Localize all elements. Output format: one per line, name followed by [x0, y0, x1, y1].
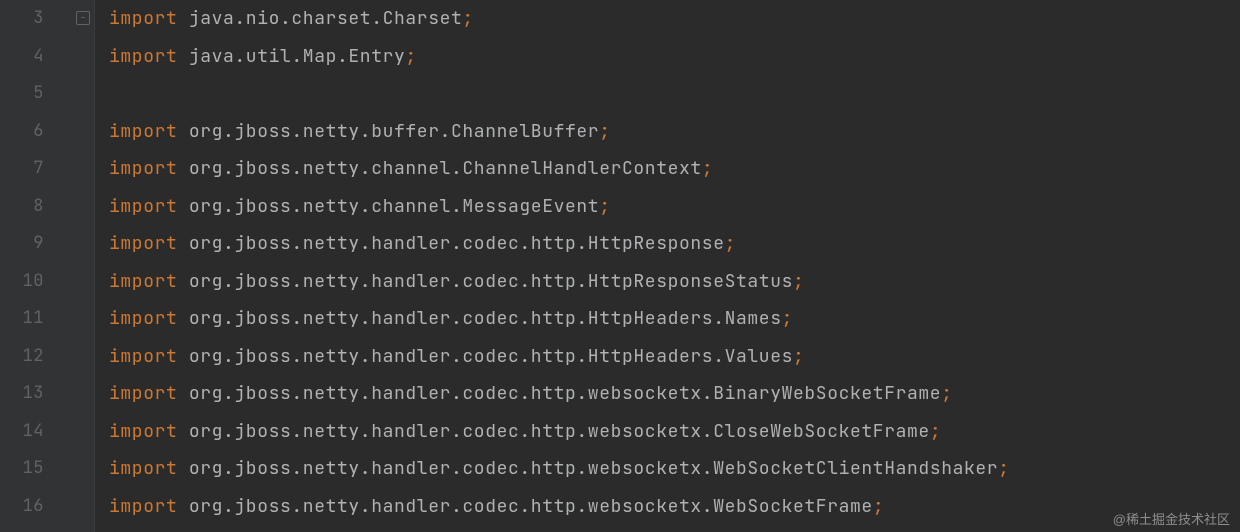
keyword-import: import	[109, 7, 177, 30]
code-line[interactable]: import org.jboss.netty.handler.codec.htt…	[109, 488, 1240, 526]
keyword-import: import	[109, 195, 177, 218]
import-path: org.jboss.netty.handler.codec.http.HttpH…	[189, 345, 793, 368]
semicolon: ;	[793, 270, 804, 293]
code-area[interactable]: import java.nio.charset.Charset;import j…	[94, 0, 1240, 532]
keyword-import: import	[109, 382, 177, 405]
line-number: 16	[0, 488, 72, 526]
line-number: 13	[0, 375, 72, 413]
import-path: org.jboss.netty.buffer.ChannelBuffer	[189, 120, 599, 143]
import-path: java.nio.charset.Charset	[189, 7, 463, 30]
line-number: 15	[0, 450, 72, 488]
code-editor[interactable]: 345678910111213141516 − import java.nio.…	[0, 0, 1240, 532]
semicolon: ;	[930, 420, 941, 443]
watermark-text: @稀土掘金技术社区	[1113, 513, 1230, 526]
line-number: 12	[0, 338, 72, 376]
code-line[interactable]: import org.jboss.netty.buffer.ChannelBuf…	[109, 113, 1240, 151]
line-number: 14	[0, 413, 72, 451]
semicolon: ;	[998, 457, 1009, 480]
semicolon: ;	[405, 45, 416, 68]
semicolon: ;	[873, 495, 884, 518]
semicolon: ;	[782, 307, 793, 330]
import-path: org.jboss.netty.handler.codec.http.HttpH…	[189, 307, 782, 330]
line-number-gutter: 345678910111213141516	[0, 0, 72, 532]
keyword-import: import	[109, 495, 177, 518]
code-line[interactable]: import java.util.Map.Entry;	[109, 38, 1240, 76]
keyword-import: import	[109, 270, 177, 293]
fold-column: −	[72, 0, 94, 532]
import-path: org.jboss.netty.handler.codec.http.webso…	[189, 495, 873, 518]
import-path: org.jboss.netty.handler.codec.http.webso…	[189, 420, 930, 443]
line-number: 3	[0, 0, 72, 38]
line-number: 4	[0, 38, 72, 76]
import-path: org.jboss.netty.handler.codec.http.HttpR…	[189, 232, 725, 255]
code-line[interactable]: import org.jboss.netty.handler.codec.htt…	[109, 300, 1240, 338]
semicolon: ;	[599, 195, 610, 218]
semicolon: ;	[599, 120, 610, 143]
semicolon: ;	[725, 232, 736, 255]
import-path: org.jboss.netty.channel.ChannelHandlerCo…	[189, 157, 702, 180]
import-path: org.jboss.netty.handler.codec.http.HttpR…	[189, 270, 793, 293]
code-line[interactable]: import org.jboss.netty.channel.MessageEv…	[109, 188, 1240, 226]
semicolon: ;	[941, 382, 952, 405]
line-number: 10	[0, 263, 72, 301]
code-line[interactable]: import org.jboss.netty.handler.codec.htt…	[109, 450, 1240, 488]
keyword-import: import	[109, 120, 177, 143]
code-line[interactable]: import org.jboss.netty.handler.codec.htt…	[109, 375, 1240, 413]
line-number: 9	[0, 225, 72, 263]
import-path: java.util.Map.Entry	[189, 45, 406, 68]
keyword-import: import	[109, 307, 177, 330]
keyword-import: import	[109, 45, 177, 68]
keyword-import: import	[109, 420, 177, 443]
code-line[interactable]: import org.jboss.netty.handler.codec.htt…	[109, 225, 1240, 263]
line-number: 6	[0, 113, 72, 151]
import-path: org.jboss.netty.handler.codec.http.webso…	[189, 382, 941, 405]
line-number: 7	[0, 150, 72, 188]
keyword-import: import	[109, 232, 177, 255]
keyword-import: import	[109, 457, 177, 480]
line-number: 5	[0, 75, 72, 113]
code-line[interactable]: import org.jboss.netty.handler.codec.htt…	[109, 413, 1240, 451]
line-number: 8	[0, 188, 72, 226]
code-line[interactable]: import org.jboss.netty.handler.codec.htt…	[109, 338, 1240, 376]
import-path: org.jboss.netty.channel.MessageEvent	[189, 195, 599, 218]
keyword-import: import	[109, 157, 177, 180]
code-line[interactable]: import org.jboss.netty.channel.ChannelHa…	[109, 150, 1240, 188]
line-number: 11	[0, 300, 72, 338]
semicolon: ;	[793, 345, 804, 368]
semicolon: ;	[702, 157, 713, 180]
import-path: org.jboss.netty.handler.codec.http.webso…	[189, 457, 998, 480]
fold-toggle-icon[interactable]: −	[76, 11, 90, 25]
semicolon: ;	[462, 7, 473, 30]
code-line[interactable]	[109, 75, 1240, 113]
code-line[interactable]: import org.jboss.netty.handler.codec.htt…	[109, 263, 1240, 301]
code-line[interactable]: import java.nio.charset.Charset;	[109, 0, 1240, 38]
keyword-import: import	[109, 345, 177, 368]
